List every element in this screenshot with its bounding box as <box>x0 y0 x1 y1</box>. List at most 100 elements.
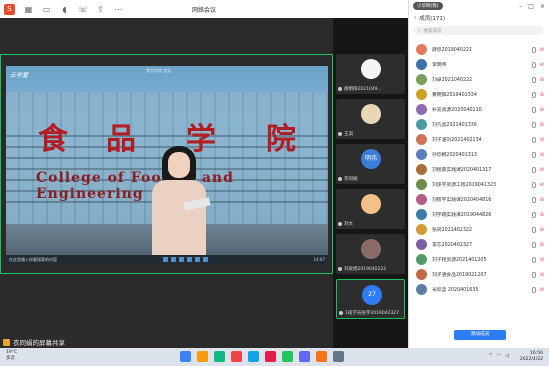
camera-off-icon[interactable]: ⊘ <box>540 197 544 203</box>
maximize-icon[interactable]: □ <box>528 3 534 10</box>
presenter-body <box>152 180 206 264</box>
clock[interactable]: 16:56 2022/4/22 <box>520 351 543 363</box>
camera-off-icon[interactable]: ⊘ <box>540 47 544 53</box>
mic-icon[interactable] <box>531 256 536 263</box>
thumb-participant[interactable]: 明伟 衣同娟 <box>336 144 405 184</box>
share-flag-icon <box>3 338 10 346</box>
member-avatar <box>416 89 427 100</box>
camera-off-icon[interactable]: ⊘ <box>540 167 544 173</box>
mic-icon <box>338 177 342 181</box>
taskbar-app-icon[interactable] <box>248 351 259 362</box>
member-row[interactable]: 张同2021402322 ⊘ <box>409 222 549 237</box>
app-root: S ▦ ▭ ◖ ☏ ⇪ ⋯ 网络会议 食 品 学 院 College of Fo… <box>0 0 549 366</box>
mic-icon[interactable] <box>531 106 536 113</box>
add-member-button[interactable]: 添加成员 <box>454 330 506 340</box>
taskbar-app-icon[interactable] <box>282 351 293 362</box>
member-row[interactable]: 刘子涵刘2021402134 ⊘ <box>409 132 549 147</box>
mic-icon[interactable] <box>531 121 536 128</box>
camera-off-icon[interactable]: ⊘ <box>540 92 544 98</box>
member-row[interactable]: 黄明阳2019402334 ⊘ <box>409 87 549 102</box>
member-status-icons: ⊘ <box>531 181 544 188</box>
member-row[interactable]: 补充资源2020040110 ⊘ <box>409 102 549 117</box>
member-row[interactable]: 刘子涵食品2019021207 ⊘ <box>409 267 549 282</box>
camera-off-icon[interactable]: ⊘ <box>540 227 544 233</box>
member-avatar <box>416 149 427 160</box>
camera-off-icon[interactable]: ⊘ <box>540 242 544 248</box>
mic-icon[interactable] <box>531 226 536 233</box>
member-row[interactable]: 刘程宇实践课2020404816 ⊘ <box>409 192 549 207</box>
camera-off-icon[interactable]: ⊘ <box>540 62 544 68</box>
mic-icon[interactable] <box>531 76 536 83</box>
taskbar-app-icon[interactable] <box>197 351 208 362</box>
member-name: 刘子程资源2021401205 <box>432 258 487 263</box>
member-row[interactable]: 刘凡亮2021401336 ⊘ <box>409 117 549 132</box>
current-user-badge[interactable]: 小华明(我) <box>413 2 443 10</box>
camera-off-icon[interactable]: ⊘ <box>540 137 544 143</box>
member-row[interactable]: 刘卓2021040222 ⊘ <box>409 72 549 87</box>
member-search[interactable]: ⌕ 搜索成员 <box>414 26 544 35</box>
mic-icon <box>338 267 342 271</box>
taskbar-app-icon[interactable] <box>180 351 191 362</box>
camera-off-icon[interactable]: ⊘ <box>540 212 544 218</box>
camera-off-icon[interactable]: ⊘ <box>540 122 544 128</box>
taskbar-app-icon[interactable] <box>265 351 276 362</box>
thumb-participant[interactable]: 刘泉旭2019040222 <box>336 234 405 274</box>
member-row[interactable]: 米欣蓝 2020401635 ⊘ <box>409 282 549 297</box>
wifi-icon[interactable]: ◠ <box>497 353 501 359</box>
taskbar-app-icon[interactable] <box>316 351 327 362</box>
mic-icon[interactable] <box>531 166 536 173</box>
taskbar-app-icon[interactable] <box>299 351 310 362</box>
mic-icon[interactable] <box>531 46 536 53</box>
inner-taskbar-search: 在这里输入你要搜索的内容 <box>9 256 57 262</box>
member-row[interactable]: 刘子程资源2021401205 ⊘ <box>409 252 549 267</box>
thumb-participant[interactable]: 刘文 <box>336 189 405 229</box>
mic-icon[interactable] <box>531 91 536 98</box>
camera-off-icon[interactable]: ⊘ <box>540 287 544 293</box>
camera-off-icon[interactable]: ⊘ <box>540 152 544 158</box>
chevron-up-icon[interactable]: ^ <box>489 353 493 359</box>
thumb-participant[interactable]: 王淇 <box>336 99 405 139</box>
camera-off-icon[interactable]: ⊘ <box>540 182 544 188</box>
member-row[interactable]: 孙欣桐2020401313 ⊘ <box>409 147 549 162</box>
weather-widget[interactable]: 19°C 多云 <box>6 350 17 362</box>
member-row[interactable]: 薛欣2019040221 ⊘ <box>409 42 549 57</box>
volume-icon[interactable]: ◁ <box>505 353 509 359</box>
thumb-participant[interactable]: 胡明阳2021049... <box>336 54 405 94</box>
taskbar-app-icon[interactable] <box>333 351 344 362</box>
mic-icon[interactable] <box>531 286 536 293</box>
camera-off-icon[interactable]: ⊘ <box>540 107 544 113</box>
mic-icon[interactable] <box>531 151 536 158</box>
mic-icon[interactable] <box>531 136 536 143</box>
mic-icon[interactable] <box>531 196 536 203</box>
member-row[interactable]: 刘程豪实践课2020401317 ⊘ <box>409 162 549 177</box>
member-name: 刘宇翔实践课2019044826 <box>432 213 492 218</box>
member-row[interactable]: 刘宇翔实践课2019044826 ⊘ <box>409 207 549 222</box>
close-icon[interactable]: × <box>540 3 545 10</box>
mic-icon[interactable] <box>531 61 536 68</box>
member-status-icons: ⊘ <box>531 286 544 293</box>
initials-avatar: 明伟 <box>361 149 381 169</box>
member-name: 刘子涵食品2019021207 <box>432 273 487 278</box>
mic-icon[interactable] <box>531 211 536 218</box>
minimize-icon[interactable]: – <box>519 3 522 10</box>
mic-icon[interactable] <box>531 271 536 278</box>
taskbar-app-icon[interactable] <box>214 351 225 362</box>
member-row[interactable]: 刘泽宇资源工程2019041323 ⊘ <box>409 177 549 192</box>
mic-icon[interactable] <box>531 181 536 188</box>
taskbar-app-icon[interactable] <box>231 351 242 362</box>
shared-screen[interactable]: 食 品 学 院 College of Food ... and Engineer… <box>6 66 328 264</box>
mic-icon[interactable] <box>531 241 536 248</box>
participant-thumbnails: 胡明阳2021049... 王淇 明伟 衣同娟 刘文 刘泉旭2019040222… <box>333 18 408 348</box>
camera-off-icon[interactable]: ⊘ <box>540 272 544 278</box>
window-title: 网络会议 <box>191 6 216 14</box>
member-avatar <box>416 119 427 130</box>
member-row[interactable]: 李明伟 ⊘ <box>409 57 549 72</box>
member-avatar <box>416 179 427 190</box>
member-status-icons: ⊘ <box>531 211 544 218</box>
thumb-participant[interactable]: 27 1班学员张宇2019042327 <box>336 279 405 319</box>
camera-off-icon[interactable]: ⊘ <box>540 257 544 263</box>
camera-off-icon[interactable]: ⊘ <box>540 77 544 83</box>
member-row[interactable]: 李芯2020402327 ⊘ <box>409 237 549 252</box>
collapse-icon[interactable]: ‹ <box>414 15 416 21</box>
inner-taskbar-clock: 14:07 <box>313 257 325 262</box>
